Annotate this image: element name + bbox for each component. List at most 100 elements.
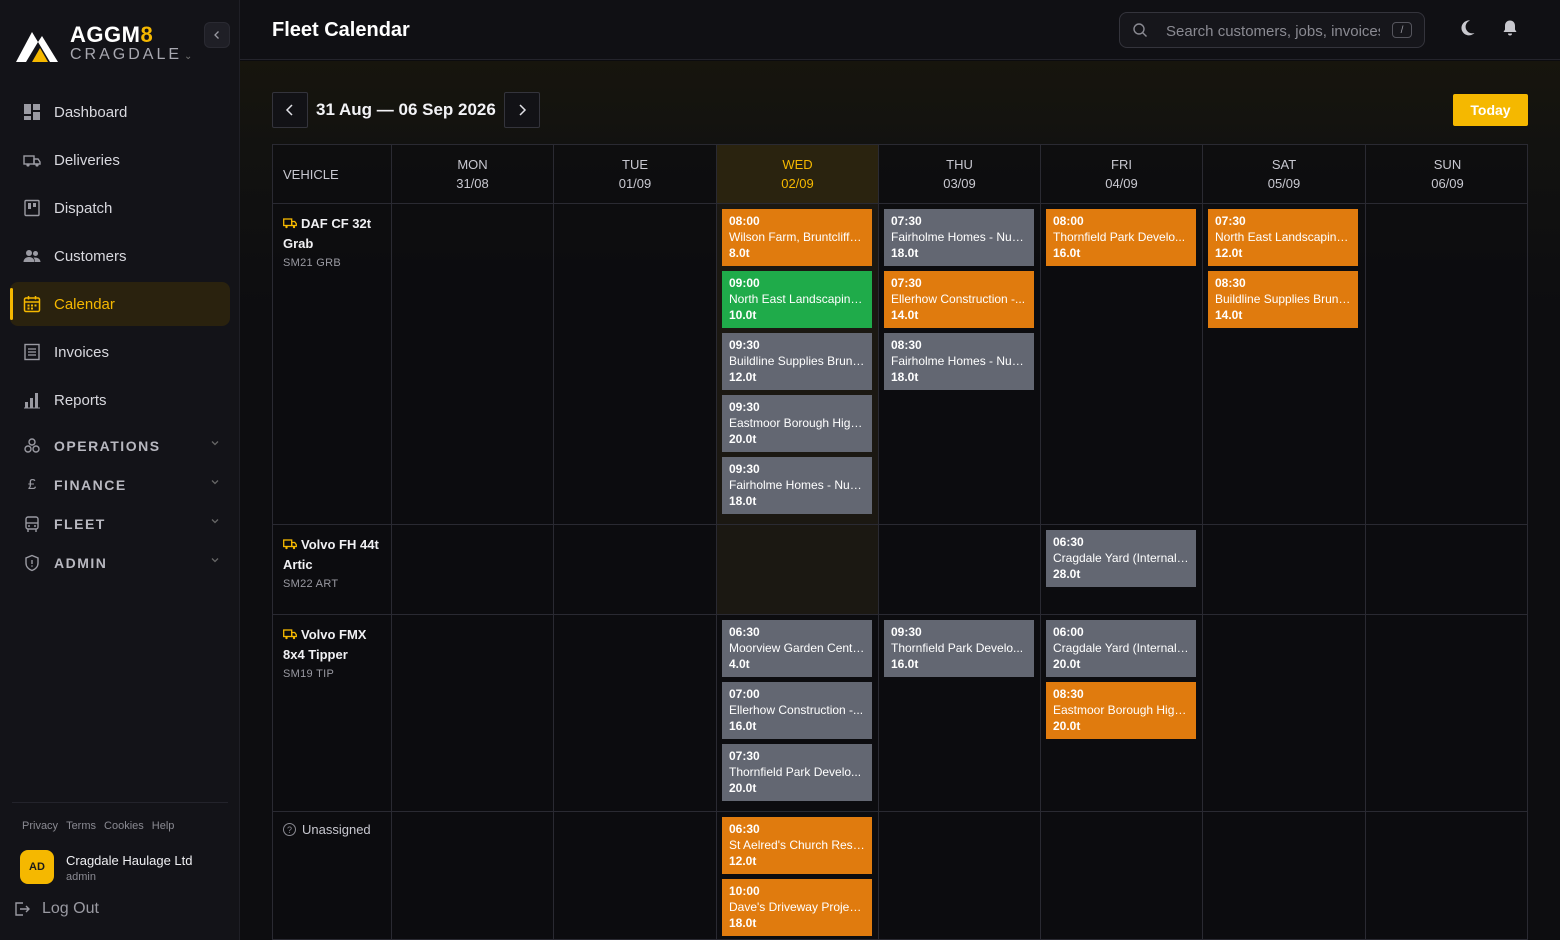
sidebar-section-label: FLEET [54, 515, 106, 532]
job-weight: 20.0t [729, 432, 757, 446]
sidebar-item-invoices[interactable]: Invoices [10, 330, 230, 374]
next-week-button[interactable] [503, 92, 540, 128]
sidebar-section-finance[interactable]: £ FINANCE [10, 465, 230, 504]
job-card[interactable]: 09:00 North East Landscaping... 10.0t [722, 271, 872, 328]
job-card[interactable]: 07:30 Thornfield Park Develo... 20.0t [722, 744, 872, 801]
job-card[interactable]: 07:30 Fairholme Homes - Nun... 18.0t [884, 209, 1034, 266]
footer-link-help[interactable]: Help [152, 820, 175, 832]
job-time: 10:00 [729, 884, 760, 898]
job-customer: Fairholme Homes - Nun... [891, 230, 1027, 244]
day-date: 04/09 [1105, 176, 1138, 191]
job-time: 06:30 [729, 822, 760, 836]
job-weight: 18.0t [891, 246, 919, 260]
job-time: 08:30 [1053, 687, 1084, 701]
job-customer: Dave's Driveway Project... [729, 900, 865, 914]
dispatch-icon [22, 198, 42, 218]
sidebar-section-operations[interactable]: OPERATIONS [10, 426, 230, 465]
day-header-sun: SUN 06/09 [1366, 145, 1527, 203]
job-weight: 4.0t [729, 657, 750, 671]
sidebar-section-admin[interactable]: ADMIN [10, 543, 230, 582]
search-input[interactable] [1166, 21, 1380, 41]
job-card[interactable]: 10:00 Dave's Driveway Project... 18.0t [722, 879, 872, 936]
date-range-bar: 31 Aug — 06 Sep 2026 [272, 92, 540, 128]
day-date: 03/09 [943, 176, 976, 191]
sidebar-item-label: Reports [54, 391, 107, 409]
day-header-wed: WED 02/09 [717, 145, 878, 203]
vehicle-name: Volvo FMX 8x4 Tipper [283, 627, 367, 662]
job-card[interactable]: 09:30 Eastmoor Borough High... 20.0t [722, 395, 872, 452]
moon-icon[interactable] [1457, 18, 1477, 38]
unassigned-row-label: ? Unassigned [273, 812, 391, 837]
job-card[interactable]: 09:30 Thornfield Park Develo... 16.0t [884, 620, 1034, 677]
job-card[interactable]: 06:30 Cragdale Yard (Internal) ... 28.0t [1046, 530, 1196, 587]
day-of-week: THU [946, 157, 973, 172]
grid-column-line [716, 145, 717, 939]
job-customer: Buildline Supplies Brunt... [1215, 292, 1351, 306]
bell-icon[interactable] [1500, 18, 1520, 38]
job-weight: 20.0t [1053, 719, 1081, 733]
sidebar-item-deliveries[interactable]: Deliveries [10, 138, 230, 182]
truck-icon [283, 629, 297, 640]
vehicle-name: Volvo FH 44t Artic [283, 537, 379, 572]
search-box[interactable]: / [1119, 12, 1425, 48]
footer-link-terms[interactable]: Terms [66, 820, 96, 832]
sidebar-item-dispatch[interactable]: Dispatch [10, 186, 230, 230]
vehicle-row-label: Volvo FH 44t Artic SM22 ART [273, 525, 391, 590]
chevron-down-icon: ⌄ [184, 51, 193, 62]
job-customer: St Aelred's Church Rest... [729, 838, 865, 852]
grid-column-line [553, 145, 554, 939]
sidebar-item-customers[interactable]: Customers [10, 234, 230, 278]
grid-row-line [273, 811, 1527, 812]
job-card[interactable]: 06:30 St Aelred's Church Rest... 12.0t [722, 817, 872, 874]
user-role: admin [66, 871, 96, 883]
user-card[interactable]: AD Cragdale Haulage Ltd admin [20, 850, 230, 886]
day-of-week: SAT [1271, 157, 1297, 172]
job-card[interactable]: 08:00 Thornfield Park Develo... 16.0t [1046, 209, 1196, 266]
collapse-sidebar-button[interactable] [204, 22, 230, 48]
prev-week-button[interactable] [272, 92, 308, 128]
vehicle-row-label: Volvo FMX 8x4 Tipper SM19 TIP [273, 615, 391, 680]
day-header-sat: SAT 05/09 [1203, 145, 1365, 203]
job-card[interactable]: 08:30 Fairholme Homes - Nun... 18.0t [884, 333, 1034, 390]
job-card[interactable]: 06:30 Moorview Garden Centr... 4.0t [722, 620, 872, 677]
job-card[interactable]: 08:30 Eastmoor Borough High... 20.0t [1046, 682, 1196, 739]
date-range-label: 31 Aug — 06 Sep 2026 [316, 100, 496, 119]
job-card[interactable]: 07:30 North East Landscaping... 12.0t [1208, 209, 1358, 266]
job-card[interactable]: 09:30 Fairholme Homes - Nun... 18.0t [722, 457, 872, 514]
job-weight: 12.0t [729, 370, 757, 384]
users-icon [22, 246, 42, 266]
help-circle-icon: ? [283, 823, 296, 836]
today-button[interactable]: Today [1453, 94, 1528, 126]
job-card[interactable]: 08:30 Buildline Supplies Brunt... 14.0t [1208, 271, 1358, 328]
day-date: 31/08 [456, 176, 489, 191]
sidebar-item-reports[interactable]: Reports [10, 378, 230, 422]
job-card[interactable]: 09:30 Buildline Supplies Brunt... 12.0t [722, 333, 872, 390]
chevron-down-icon [210, 477, 220, 490]
sidebar-item-dashboard[interactable]: Dashboard [10, 90, 230, 134]
sidebar-item-label: Calendar [54, 295, 115, 313]
job-weight: 20.0t [1053, 657, 1081, 671]
job-time: 07:00 [729, 687, 760, 701]
truck-icon [22, 150, 42, 170]
job-card[interactable]: 07:30 Ellerhow Construction -... 14.0t [884, 271, 1034, 328]
job-weight: 28.0t [1053, 567, 1081, 581]
fleet-icon [22, 514, 42, 534]
footer-link-privacy[interactable]: Privacy [22, 820, 58, 832]
operations-icon [22, 436, 42, 456]
sidebar-section-fleet[interactable]: FLEET [10, 504, 230, 543]
sidebar-item-calendar[interactable]: Calendar [10, 282, 230, 326]
job-card[interactable]: 06:00 Cragdale Yard (Internal) ... 20.0t [1046, 620, 1196, 677]
job-time: 09:30 [729, 338, 760, 352]
sidebar-item-label: Dispatch [54, 199, 113, 217]
job-card[interactable]: 07:00 Ellerhow Construction -... 16.0t [722, 682, 872, 739]
sidebar-item-label: Customers [54, 247, 127, 265]
footer-link-cookies[interactable]: Cookies [104, 820, 144, 832]
sidebar-section-label: OPERATIONS [54, 437, 161, 454]
job-card[interactable]: 08:00 Wilson Farm, Bruntcliffe... 8.0t [722, 209, 872, 266]
brand[interactable]: AGGM8 CRAGDALE ⌄ [16, 22, 226, 66]
logout-button[interactable]: Log Out [12, 900, 99, 918]
job-time: 07:30 [891, 276, 922, 290]
job-time: 09:30 [729, 462, 760, 476]
grid-column-line [1365, 145, 1366, 939]
job-weight: 18.0t [891, 370, 919, 384]
